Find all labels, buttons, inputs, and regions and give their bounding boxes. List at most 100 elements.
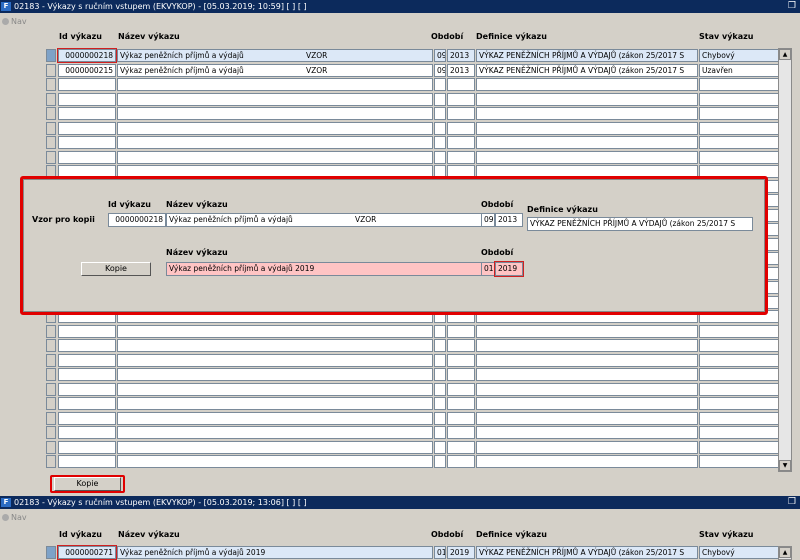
row-selector[interactable]: [46, 107, 56, 120]
definition-cell[interactable]: [476, 426, 698, 439]
definition-cell[interactable]: [476, 150, 698, 164]
id-cell[interactable]: 0000000271: [57, 545, 117, 560]
month-cell[interactable]: 01: [434, 546, 446, 559]
definition-cell[interactable]: [476, 440, 698, 454]
name-cell[interactable]: Výkaz peněžních příjmů a výdajů VZOR: [117, 49, 433, 62]
status-cell[interactable]: [699, 107, 780, 120]
definition-cell[interactable]: [476, 411, 698, 425]
year-cell[interactable]: [447, 426, 475, 439]
row-selector[interactable]: [46, 368, 56, 381]
table-row[interactable]: [46, 150, 780, 165]
month-cell[interactable]: [434, 426, 446, 439]
name-cell[interactable]: [117, 382, 433, 396]
restore-icon[interactable]: ❒: [788, 0, 796, 13]
status-cell[interactable]: [699, 382, 780, 396]
year-cell[interactable]: [447, 339, 475, 352]
row-selector[interactable]: [46, 92, 56, 106]
table-row[interactable]: [46, 382, 780, 397]
id-cell[interactable]: [58, 440, 116, 454]
row-selector[interactable]: [46, 121, 56, 135]
month-cell[interactable]: [434, 339, 446, 352]
definition-cell[interactable]: [476, 324, 698, 338]
name-cell[interactable]: [117, 136, 433, 149]
status-cell[interactable]: [699, 78, 780, 91]
id-cell[interactable]: [58, 368, 116, 381]
name-cell[interactable]: Výkaz peněžních příjmů a výdajů 2019: [117, 546, 433, 559]
table-row[interactable]: [46, 425, 780, 440]
id-cell[interactable]: [58, 455, 116, 468]
status-cell[interactable]: [699, 353, 780, 367]
id-cell[interactable]: [58, 353, 116, 367]
table-row[interactable]: 0000000215 Výkaz peněžních příjmů a výdaj…: [46, 63, 780, 78]
month-cell[interactable]: [434, 121, 446, 135]
month-cell[interactable]: [434, 411, 446, 425]
table-row[interactable]: 0000000271 Výkaz peněžních příjmů a výdaj…: [46, 545, 780, 560]
year-cell[interactable]: 2013: [447, 63, 475, 77]
year-cell[interactable]: [447, 397, 475, 410]
status-cell[interactable]: [699, 92, 780, 106]
row-selector[interactable]: [46, 136, 56, 149]
year-cell[interactable]: [447, 78, 475, 91]
table-row[interactable]: [46, 440, 780, 455]
month-cell[interactable]: [434, 440, 446, 454]
name-cell[interactable]: [117, 368, 433, 381]
name-cell[interactable]: [117, 339, 433, 352]
definition-cell[interactable]: [476, 339, 698, 352]
table-row[interactable]: [46, 135, 780, 150]
status-cell[interactable]: Chybový: [699, 546, 780, 559]
table-row[interactable]: [46, 411, 780, 426]
table-row[interactable]: [46, 454, 780, 469]
month-cell[interactable]: [434, 324, 446, 338]
status-cell[interactable]: [699, 368, 780, 381]
id-cell[interactable]: [58, 107, 116, 120]
name-cell[interactable]: [117, 78, 433, 91]
definition-cell[interactable]: [476, 353, 698, 367]
id-cell[interactable]: [58, 324, 116, 338]
restore-icon[interactable]: ❒: [788, 496, 796, 509]
month-cell[interactable]: [434, 136, 446, 149]
month-cell[interactable]: [434, 107, 446, 120]
row-selector[interactable]: [46, 49, 56, 62]
table-row[interactable]: [46, 324, 780, 339]
month-cell[interactable]: [434, 368, 446, 381]
row-selector[interactable]: [46, 455, 56, 468]
definition-cell[interactable]: [476, 121, 698, 135]
id-cell[interactable]: [58, 397, 116, 410]
year-cell[interactable]: [447, 324, 475, 338]
id-cell[interactable]: [58, 339, 116, 352]
month-cell[interactable]: [434, 397, 446, 410]
definition-cell[interactable]: VÝKAZ PENĚŽNÍCH PŘÍJMŮ A VÝDAJŮ (zákon 2…: [476, 63, 698, 77]
definition-cell[interactable]: [476, 136, 698, 149]
definition-cell[interactable]: [476, 78, 698, 91]
definition-cell[interactable]: VÝKAZ PENĚŽNÍCH PŘÍJMŮ A VÝDAJŮ (zákon 2…: [476, 49, 698, 62]
row-selector[interactable]: [46, 324, 56, 338]
definition-cell[interactable]: [476, 92, 698, 106]
definition-cell[interactable]: [476, 107, 698, 120]
id-cell[interactable]: 0000000218: [57, 48, 117, 63]
id-cell[interactable]: [58, 426, 116, 439]
table-row[interactable]: [46, 77, 780, 92]
status-cell[interactable]: [699, 397, 780, 410]
status-cell[interactable]: [699, 411, 780, 425]
year-cell[interactable]: [447, 353, 475, 367]
status-cell[interactable]: [699, 136, 780, 149]
month-cell[interactable]: [434, 455, 446, 468]
table-row[interactable]: [46, 367, 780, 382]
row-selector[interactable]: [46, 382, 56, 396]
month-cell[interactable]: 09: [434, 63, 446, 77]
name-cell[interactable]: [117, 92, 433, 106]
year-cell[interactable]: [447, 368, 475, 381]
definition-cell[interactable]: [476, 368, 698, 381]
vertical-scrollbar[interactable]: ▲: [778, 546, 792, 560]
table-row[interactable]: [46, 353, 780, 368]
name-cell[interactable]: [117, 353, 433, 367]
scroll-up-icon[interactable]: ▲: [779, 547, 791, 558]
status-cell[interactable]: [699, 324, 780, 338]
name-cell[interactable]: Výkaz peněžních příjmů a výdajů VZOR: [117, 63, 433, 77]
status-cell[interactable]: [699, 440, 780, 454]
status-cell[interactable]: [699, 150, 780, 164]
id-cell[interactable]: [58, 78, 116, 91]
name-cell[interactable]: [117, 397, 433, 410]
year-cell[interactable]: [447, 455, 475, 468]
definition-cell[interactable]: VÝKAZ PENĚŽNÍCH PŘÍJMŮ A VÝDAJŮ (zákon 2…: [476, 546, 698, 559]
